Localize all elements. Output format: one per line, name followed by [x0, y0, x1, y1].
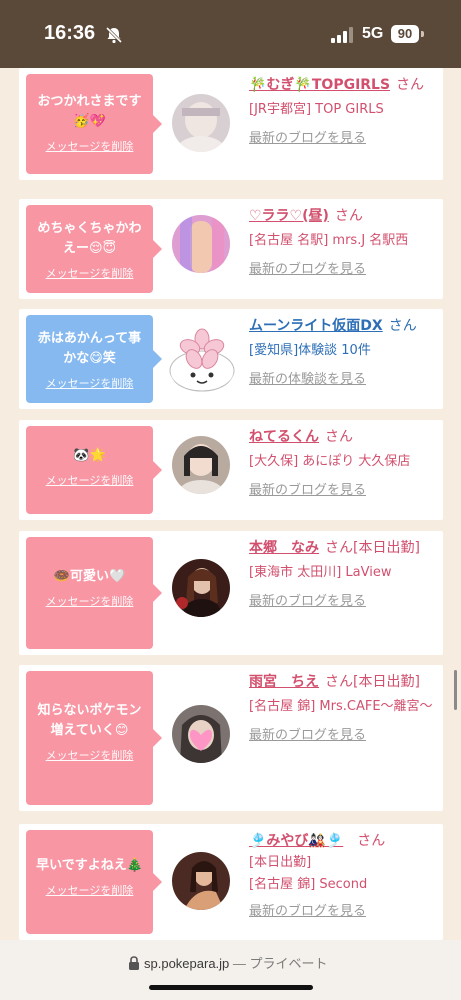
message-card: おつかれさまです🥳💖 メッセージを削除 🎋むぎ🎋TOPGIRLS さん [JR宇都… [19, 68, 443, 180]
shop-name: [名古屋 錦] Mrs.CAFE〜離宮〜 [249, 699, 433, 714]
shop-name: [JR宇都宮] TOP GIRLS [249, 102, 384, 117]
san-suffix: さん [357, 833, 386, 849]
shop-name: [名古屋 錦] Second [249, 877, 368, 892]
profile-name-link[interactable]: 🎐みやび🎎🎐 [249, 833, 343, 849]
message-text: 🍩可愛い🤍 [53, 569, 126, 584]
card-info: 🎐みやび🎎🎐 さん [本日出勤] [名古屋 錦] Second 最新のブログを見る [249, 830, 439, 922]
avatar-photo [172, 559, 230, 617]
avatar[interactable] [167, 325, 237, 395]
today-working-label: [本日出勤] [249, 855, 312, 870]
delete-message-link[interactable]: メッセージを削除 [26, 138, 153, 154]
card-info: ムーンライト仮面DX さん [愛知県]体験談 10件 最新の体験談を見る [249, 315, 439, 390]
avatar[interactable] [172, 705, 230, 763]
avatar[interactable] [172, 852, 230, 910]
sakura-mascot-icon [169, 328, 235, 392]
avatar[interactable] [172, 559, 230, 617]
avatar-photo [172, 215, 230, 273]
avatar-photo [172, 436, 230, 494]
avatar[interactable] [172, 94, 230, 152]
lock-icon [129, 956, 139, 970]
message-text: おつかれさまです🥳💖 [37, 94, 142, 129]
latest-blog-link[interactable]: 最新のブログを見る [249, 592, 439, 612]
latest-blog-link[interactable]: 最新のブログを見る [249, 260, 439, 280]
san-suffix: さん [334, 208, 363, 224]
signal-icon [331, 27, 353, 43]
message-text: 知らないポケモン増えていく😊 [37, 703, 142, 738]
message-bubble: 🍩可愛い🤍 メッセージを削除 [26, 537, 162, 649]
delete-message-link[interactable]: メッセージを削除 [26, 472, 153, 488]
card-info: ♡ララ♡(昼) さん [名古屋 名駅] mrs.J 名駅西 最新のブログを見る [249, 205, 439, 280]
san-suffix: さん [325, 540, 353, 556]
message-card: めちゃくちゃかわえー😌😇 メッセージを削除 ♡ララ♡(昼) さん [名古屋 名駅]… [19, 199, 443, 299]
avatar[interactable] [172, 436, 230, 494]
san-suffix: さん [325, 674, 353, 690]
message-text: 赤はあかんって事かな😋笑 [37, 331, 142, 366]
latest-blog-link[interactable]: 最新のブログを見る [249, 481, 439, 501]
message-text: 早いですよねえ🎄 [36, 858, 143, 873]
url-separator: — [229, 956, 250, 971]
avatar[interactable] [172, 215, 230, 273]
san-suffix: さん [396, 77, 425, 93]
network-type: 5G [362, 25, 384, 42]
san-suffix: さん [325, 429, 353, 445]
avatar-photo [172, 94, 230, 152]
status-time: 16:36 [44, 22, 96, 44]
delete-message-link[interactable]: メッセージを削除 [26, 882, 153, 898]
shop-name: [東海市 太田川] LaView [249, 565, 392, 580]
battery-icon: 90 [391, 25, 419, 43]
review-count: [愛知県]体験談 10件 [249, 343, 371, 358]
message-text: 🐼🌟 [73, 448, 106, 463]
profile-name-link[interactable]: 本郷 なみ [249, 540, 319, 556]
message-bubble: 知らないポケモン増えていく😊 メッセージを削除 [26, 671, 162, 805]
card-info: ねてるくん さん [大久保] あにぽり 大久保店 最新のブログを見る [249, 426, 439, 501]
san-suffix: さん [388, 318, 417, 334]
today-working-label: [本日出勤] [353, 540, 420, 556]
avatar-photo [172, 852, 230, 910]
today-working-label: [本日出勤] [353, 674, 420, 690]
shop-name: [大久保] あにぽり 大久保店 [249, 454, 411, 469]
latest-blog-link[interactable]: 最新のブログを見る [249, 902, 439, 922]
card-info: 雨宮 ちえ さん[本日出勤] [名古屋 錦] Mrs.CAFE〜離宮〜 最新のブロ… [249, 671, 439, 746]
message-bubble: 早いですよねえ🎄 メッセージを削除 [26, 830, 162, 934]
message-card: 知らないポケモン増えていく😊 メッセージを削除 雨宮 ちえ さん[本日出勤] [名… [19, 665, 443, 811]
card-info: 🎋むぎ🎋TOPGIRLS さん [JR宇都宮] TOP GIRLS 最新のブログを… [249, 74, 439, 149]
profile-name-link[interactable]: 🎋むぎ🎋TOPGIRLS [249, 77, 390, 93]
message-bubble: おつかれさまです🥳💖 メッセージを削除 [26, 74, 162, 174]
scrollbar[interactable] [454, 670, 457, 710]
card-info: 本郷 なみ さん[本日出勤] [東海市 太田川] LaView 最新のブログを見る [249, 537, 439, 612]
url-domain: sp.pokepara.jp [144, 956, 230, 971]
latest-blog-link[interactable]: 最新のブログを見る [249, 726, 439, 746]
latest-review-link[interactable]: 最新の体験談を見る [249, 370, 439, 390]
message-bubble: 赤はあかんって事かな😋笑 メッセージを削除 [26, 315, 162, 403]
delete-message-link[interactable]: メッセージを削除 [26, 593, 153, 609]
delete-message-link[interactable]: メッセージを削除 [26, 747, 153, 763]
shop-name: [名古屋 名駅] mrs.J 名駅西 [249, 233, 409, 248]
home-indicator[interactable] [149, 985, 313, 990]
message-card: 🐼🌟 メッセージを削除 ねてるくん さん [大久保] あにぽり 大久保店 最新のブ… [19, 420, 443, 520]
message-card: 赤はあかんって事かな😋笑 メッセージを削除 ムーンライト仮面DX さん [愛知県… [19, 309, 443, 409]
battery-cap [421, 31, 424, 37]
profile-name-link[interactable]: ムーンライト仮面DX [249, 318, 383, 334]
delete-message-link[interactable]: メッセージを削除 [26, 375, 153, 391]
message-text: めちゃくちゃかわえー😌😇 [37, 221, 142, 256]
private-label: プライベート [249, 956, 328, 971]
bell-off-icon [105, 26, 123, 44]
avatar-photo [172, 705, 230, 763]
message-card: 🍩可愛い🤍 メッセージを削除 本郷 なみ さん[本日出勤] [東海市 太田川] L… [19, 531, 443, 655]
message-card: 早いですよねえ🎄 メッセージを削除 🎐みやび🎎🎐 さん [本日出勤] [名古屋 錦… [19, 824, 443, 940]
profile-name-link[interactable]: ♡ララ♡(昼) [249, 208, 329, 224]
latest-blog-link[interactable]: 最新のブログを見る [249, 129, 439, 149]
profile-name-link[interactable]: 雨宮 ちえ [249, 674, 319, 690]
url-text[interactable]: sp.pokepara.jp — プライベート [144, 953, 328, 972]
message-bubble: めちゃくちゃかわえー😌😇 メッセージを削除 [26, 205, 162, 293]
profile-name-link[interactable]: ねてるくん [249, 429, 319, 445]
message-bubble: 🐼🌟 メッセージを削除 [26, 426, 162, 514]
delete-message-link[interactable]: メッセージを削除 [26, 265, 153, 281]
